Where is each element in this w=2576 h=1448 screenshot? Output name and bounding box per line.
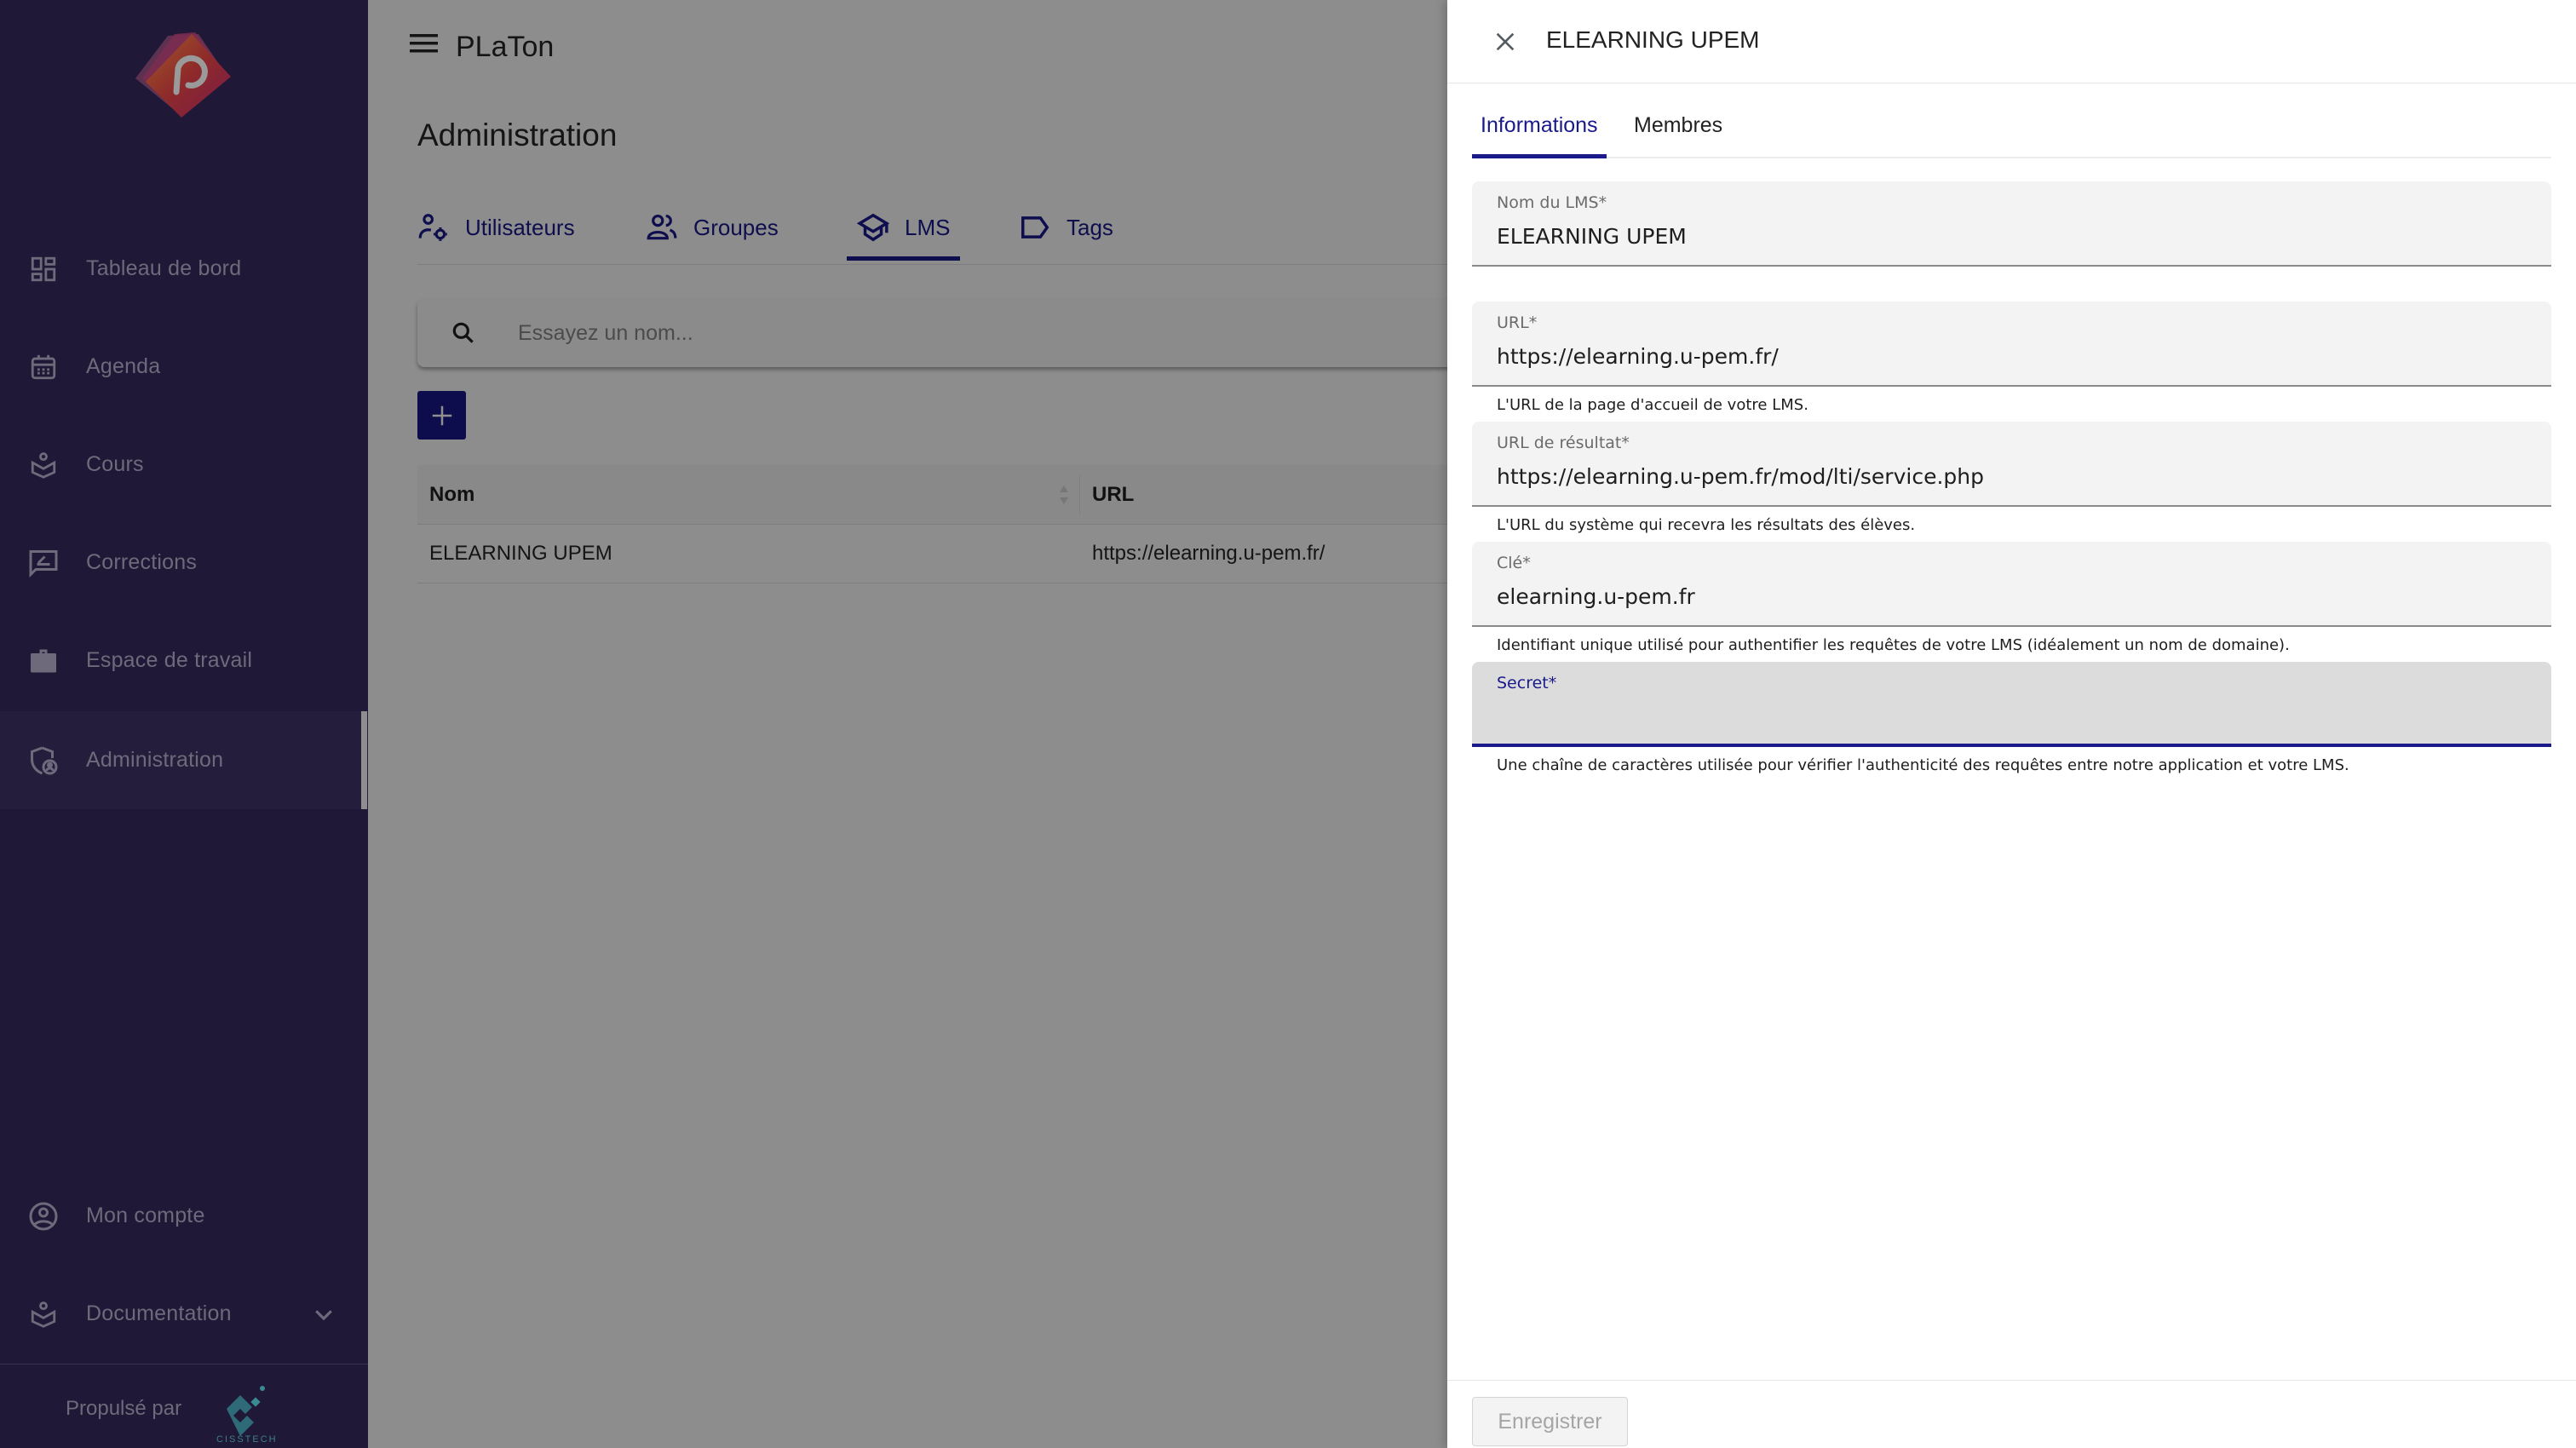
search-icon [452,322,474,343]
key-input[interactable] [1497,579,2519,613]
tab-label: LMS [905,214,951,240]
result-url-hint: L'URL du système qui recevra les résulta… [1497,516,1916,534]
sidebar-item-documentation[interactable]: Documentation [0,1265,368,1363]
search-input[interactable] [518,314,1370,352]
page-title: Administration [417,118,618,152]
account-circle-icon [27,1200,60,1233]
close-icon [1496,32,1515,51]
lms-name-input[interactable] [1497,219,2519,253]
tabs-divider [417,264,1525,265]
key-field[interactable]: Clé* [1472,542,2551,627]
cisstech-brand-text: CISSTECH [216,1434,278,1445]
secret-field[interactable]: Secret* [1472,662,2551,747]
field-label: URL de résultat* [1497,434,1630,452]
school-icon [857,213,889,242]
column-separator[interactable] [1079,475,1080,514]
sidebar-item-mon-compte[interactable]: Mon compte [0,1167,368,1265]
table-row[interactable]: ELEARNING UPEM https://elearning.u-pem.f… [417,525,1525,583]
sidebar: Tableau de bord Agenda Cours Corrections… [0,0,368,1448]
lms-table: Nom URL ELEARNING UPEM https://elearning… [417,465,1525,583]
url-hint: L'URL de la page d'accueil de votre LMS. [1497,396,1808,414]
result-url-field[interactable]: URL de résultat* [1472,422,2551,507]
tab-lms[interactable]: LMS [846,194,961,261]
field-label: URL* [1497,313,1538,332]
secret-hint: Une chaîne de caractères utilisée pour v… [1497,756,2349,774]
sidebar-item-administration[interactable]: Administration [0,711,368,809]
admin-tabs: Utilisateurs Groupes LMS Tags [417,194,1525,265]
user-settings-icon [418,214,447,241]
course-book-icon [27,449,60,481]
lms-edit-drawer: ELEARNING UPEM Informations Membres Nom … [1447,0,2576,1448]
column-header-url[interactable]: URL [1092,465,1134,524]
drawer-title: ELEARNING UPEM [1546,26,1760,53]
sidebar-item-label: Espace de travail [86,648,253,672]
platon-logo-icon[interactable] [132,29,234,118]
powered-by-label: Propulsé par [66,1397,182,1420]
key-hint: Identifiant unique utilisé pour authenti… [1497,636,2290,654]
sidebar-item-label: Documentation [86,1301,232,1325]
hamburger-menu-icon[interactable] [410,34,438,53]
sidebar-item-label: Cours [86,452,144,476]
field-label: Clé* [1497,554,1531,572]
sort-icon[interactable] [1058,484,1070,506]
plus-icon [432,405,451,425]
briefcase-icon [27,645,60,677]
cell-url: https://elearning.u-pem.fr/ [1092,542,1325,565]
sidebar-item-cours[interactable]: Cours [0,416,368,514]
footer-divider [1447,1380,2576,1381]
secret-input[interactable] [1497,699,2519,733]
tab-label: Tags [1067,214,1113,240]
admin-shield-icon [27,744,60,777]
tab-label: Groupes [693,214,779,240]
sidebar-item-agenda[interactable]: Agenda [0,318,368,416]
drawer-tabs: Informations Membres [1472,94,2551,158]
dashboard-icon [27,253,60,285]
sidebar-item-label: Mon compte [86,1204,205,1227]
save-button[interactable]: Enregistrer [1472,1397,1628,1446]
url-field[interactable]: URL* [1472,302,2551,387]
field-label: Secret* [1497,674,1557,692]
cell-nom: ELEARNING UPEM [429,542,612,565]
documentation-icon [27,1298,60,1330]
search-bar [417,299,1525,367]
sidebar-item-label: Agenda [86,354,161,378]
app-title: PLaTon [456,31,555,63]
url-input[interactable] [1497,339,2519,373]
table-header: Nom URL [417,465,1525,525]
sidebar-item-tableau-de-bord[interactable]: Tableau de bord [0,220,368,318]
tab-membres[interactable]: Membres [1634,94,1722,157]
sidebar-divider [0,1364,368,1365]
active-indicator [361,711,367,809]
tab-label: Utilisateurs [465,214,575,240]
close-button[interactable] [1492,28,1519,55]
tag-icon [1021,216,1049,238]
add-lms-button[interactable] [417,391,466,440]
calendar-icon [27,351,60,383]
sidebar-item-corrections[interactable]: Corrections [0,514,368,612]
sidebar-item-label: Tableau de bord [86,256,242,280]
sidebar-item-label: Corrections [86,550,198,574]
field-label: Nom du LMS* [1497,193,1607,212]
sidebar-item-espace-de-travail[interactable]: Espace de travail [0,612,368,710]
result-url-input[interactable] [1497,459,2519,493]
sidebar-item-label: Administration [86,748,224,772]
lms-name-field[interactable]: Nom du LMS* [1472,181,2551,267]
group-icon [647,214,677,240]
tab-groupes[interactable]: Groupes [646,194,779,261]
tab-informations[interactable]: Informations [1472,94,1607,158]
tab-tags[interactable]: Tags [1019,194,1113,261]
chevron-down-icon[interactable] [311,1301,336,1327]
column-header-nom[interactable]: Nom [429,465,474,524]
correction-icon [27,547,60,579]
tab-utilisateurs[interactable]: Utilisateurs [417,194,575,261]
